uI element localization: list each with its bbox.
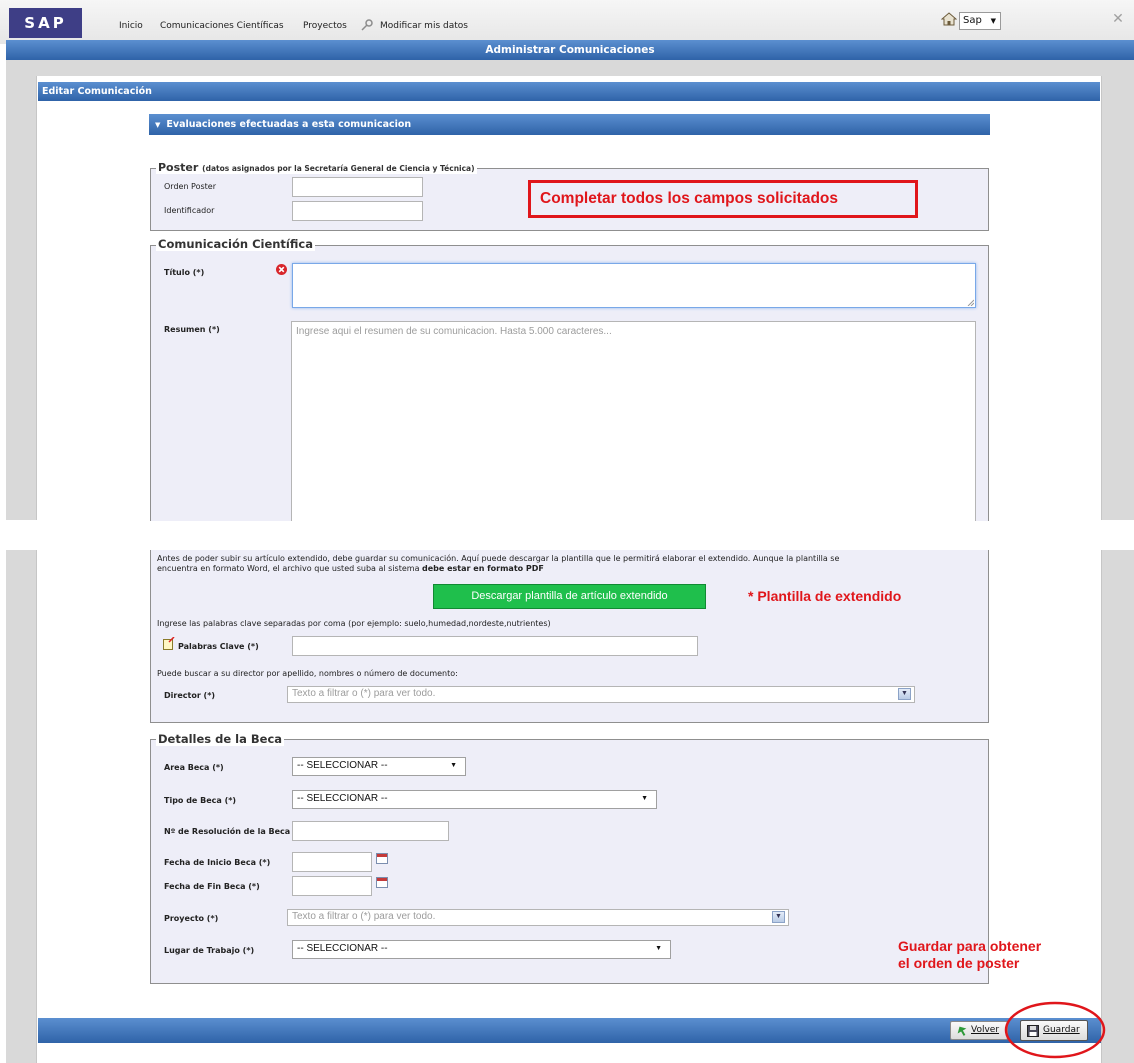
extendido-info-bold: debe estar en formato PDF <box>422 564 544 573</box>
fecha-fin-label: Fecha de Fin Beca (*) <box>164 882 260 891</box>
proyecto-label: Proyecto (*) <box>164 914 219 923</box>
poster-legend-title: Poster <box>158 161 199 174</box>
orden-poster-label: Orden Poster <box>164 182 217 191</box>
note-edit-icon <box>163 637 175 650</box>
screenshot-gap <box>0 521 1134 550</box>
annotation-guardar: Guardar para obtener el orden de poster <box>898 938 1041 972</box>
extendido-info-line1: Antes de poder subir su artículo extendi… <box>157 554 840 563</box>
poster-legend: Poster (datos asignados por la Secretarí… <box>156 161 477 174</box>
orden-poster-input[interactable] <box>292 177 423 197</box>
extendido-info-line2: encuentra en formato Word, el archivo qu… <box>157 564 839 574</box>
chevron-down-icon: ▼ <box>450 762 457 769</box>
extendido-info: Antes de poder subir su artículo extendi… <box>157 554 839 574</box>
fecha-fin-input[interactable] <box>292 876 372 896</box>
volver-button[interactable]: Volver <box>950 1021 1008 1040</box>
identificador-input[interactable] <box>292 201 423 221</box>
identificador-label: Identificador <box>164 206 215 215</box>
calendar-icon[interactable] <box>376 877 388 888</box>
resumen-textarea[interactable]: Ingrese aqui el resumen de su comunicaci… <box>291 321 976 521</box>
lugar-trabajo-label: Lugar de Trabajo (*) <box>164 946 255 955</box>
page-title: Administrar Comunicaciones <box>6 40 1134 60</box>
annotation-guardar-line1: Guardar para obtener <box>898 938 1042 954</box>
chevron-down-icon: ▼ <box>641 795 648 802</box>
annotation-plantilla: * Plantilla de extendido <box>748 588 902 604</box>
resolucion-input[interactable] <box>292 821 449 841</box>
tipo-beca-label: Tipo de Beca (*) <box>164 796 237 805</box>
nav-proyectos[interactable]: Proyectos <box>303 21 347 31</box>
key-icon <box>361 19 373 31</box>
chevron-down-icon[interactable]: ▼ <box>772 911 785 923</box>
chevron-down-icon: ▼ <box>990 17 996 25</box>
user-menu-label: Sap <box>963 15 982 26</box>
poster-legend-note: (datos asignados por la Secretaría Gener… <box>202 164 475 173</box>
proyecto-combobox[interactable]: Texto a filtrar o (*) para ver todo. ▼ <box>287 909 789 926</box>
beca-legend: Detalles de la Beca <box>156 732 285 746</box>
back-arrow-icon <box>957 1026 967 1036</box>
annotation-circle <box>1004 1001 1106 1059</box>
home-icon[interactable] <box>941 12 957 26</box>
evaluations-header[interactable]: ▼ Evaluaciones efectuadas a esta comunica… <box>149 114 990 135</box>
user-menu-select[interactable]: Sap ▼ <box>959 12 1001 30</box>
titulo-label: Título (*) <box>164 268 205 277</box>
director-combobox[interactable]: Texto a filtrar o (*) para ver todo. ▼ <box>287 686 915 703</box>
resolucion-label: Nº de Resolución de la Beca <box>164 827 291 836</box>
close-icon[interactable]: ✕ <box>1111 12 1125 26</box>
fecha-inicio-input[interactable] <box>292 852 372 872</box>
app-logo[interactable]: SAP <box>9 8 82 38</box>
titulo-textarea[interactable] <box>292 263 976 308</box>
error-icon <box>276 264 287 275</box>
area-beca-select[interactable]: -- SELECCIONAR -- ▼ <box>292 757 466 776</box>
lugar-trabajo-value: -- SELECCIONAR -- <box>297 943 388 954</box>
footer-bar <box>38 1018 1101 1043</box>
calendar-icon[interactable] <box>376 853 388 864</box>
editor-title: Editar Comunicación <box>38 82 1100 101</box>
volver-label: Volver <box>971 1025 1000 1035</box>
director-placeholder: Texto a filtrar o (*) para ver todo. <box>292 688 436 699</box>
tipo-beca-select[interactable]: -- SELECCIONAR -- ▼ <box>292 790 657 809</box>
lugar-trabajo-select[interactable]: -- SELECCIONAR -- ▼ <box>292 940 671 959</box>
download-template-button[interactable]: Descargar plantilla de artículo extendid… <box>433 584 706 609</box>
chevron-down-icon[interactable]: ▼ <box>898 688 911 700</box>
annotation-guardar-line2: el orden de poster <box>898 955 1020 971</box>
chevron-down-icon: ▼ <box>655 945 662 952</box>
annotation-completar: Completar todos los campos solicitados <box>540 190 839 207</box>
fecha-inicio-label: Fecha de Inicio Beca (*) <box>164 858 271 867</box>
resumen-label: Resumen (*) <box>164 325 220 334</box>
keywords-label: Palabras Clave (*) <box>178 642 259 651</box>
director-label: Director (*) <box>164 691 216 700</box>
area-beca-label: Area Beca (*) <box>164 763 224 772</box>
tipo-beca-value: -- SELECCIONAR -- <box>297 793 388 804</box>
proyecto-placeholder: Texto a filtrar o (*) para ver todo. <box>292 911 436 922</box>
extendido-info-text: encuentra en formato Word, el archivo qu… <box>157 564 420 573</box>
nav-inicio[interactable]: Inicio <box>119 21 143 31</box>
director-hint: Puede buscar a su director por apellido,… <box>157 669 458 678</box>
area-beca-value: -- SELECCIONAR -- <box>297 760 388 771</box>
resize-grip-icon[interactable] <box>967 299 974 306</box>
keywords-hint: Ingrese las palabras clave separadas por… <box>157 619 551 628</box>
nav-modificar-datos[interactable]: Modificar mis datos <box>380 21 468 31</box>
collapse-arrow-icon: ▼ <box>155 121 161 129</box>
comunicacion-legend: Comunicación Científica <box>156 237 315 251</box>
nav-comunicaciones[interactable]: Comunicaciones Científicas <box>160 21 284 31</box>
keywords-input[interactable] <box>292 636 698 656</box>
evaluations-label: Evaluaciones efectuadas a esta comunicac… <box>166 119 412 130</box>
